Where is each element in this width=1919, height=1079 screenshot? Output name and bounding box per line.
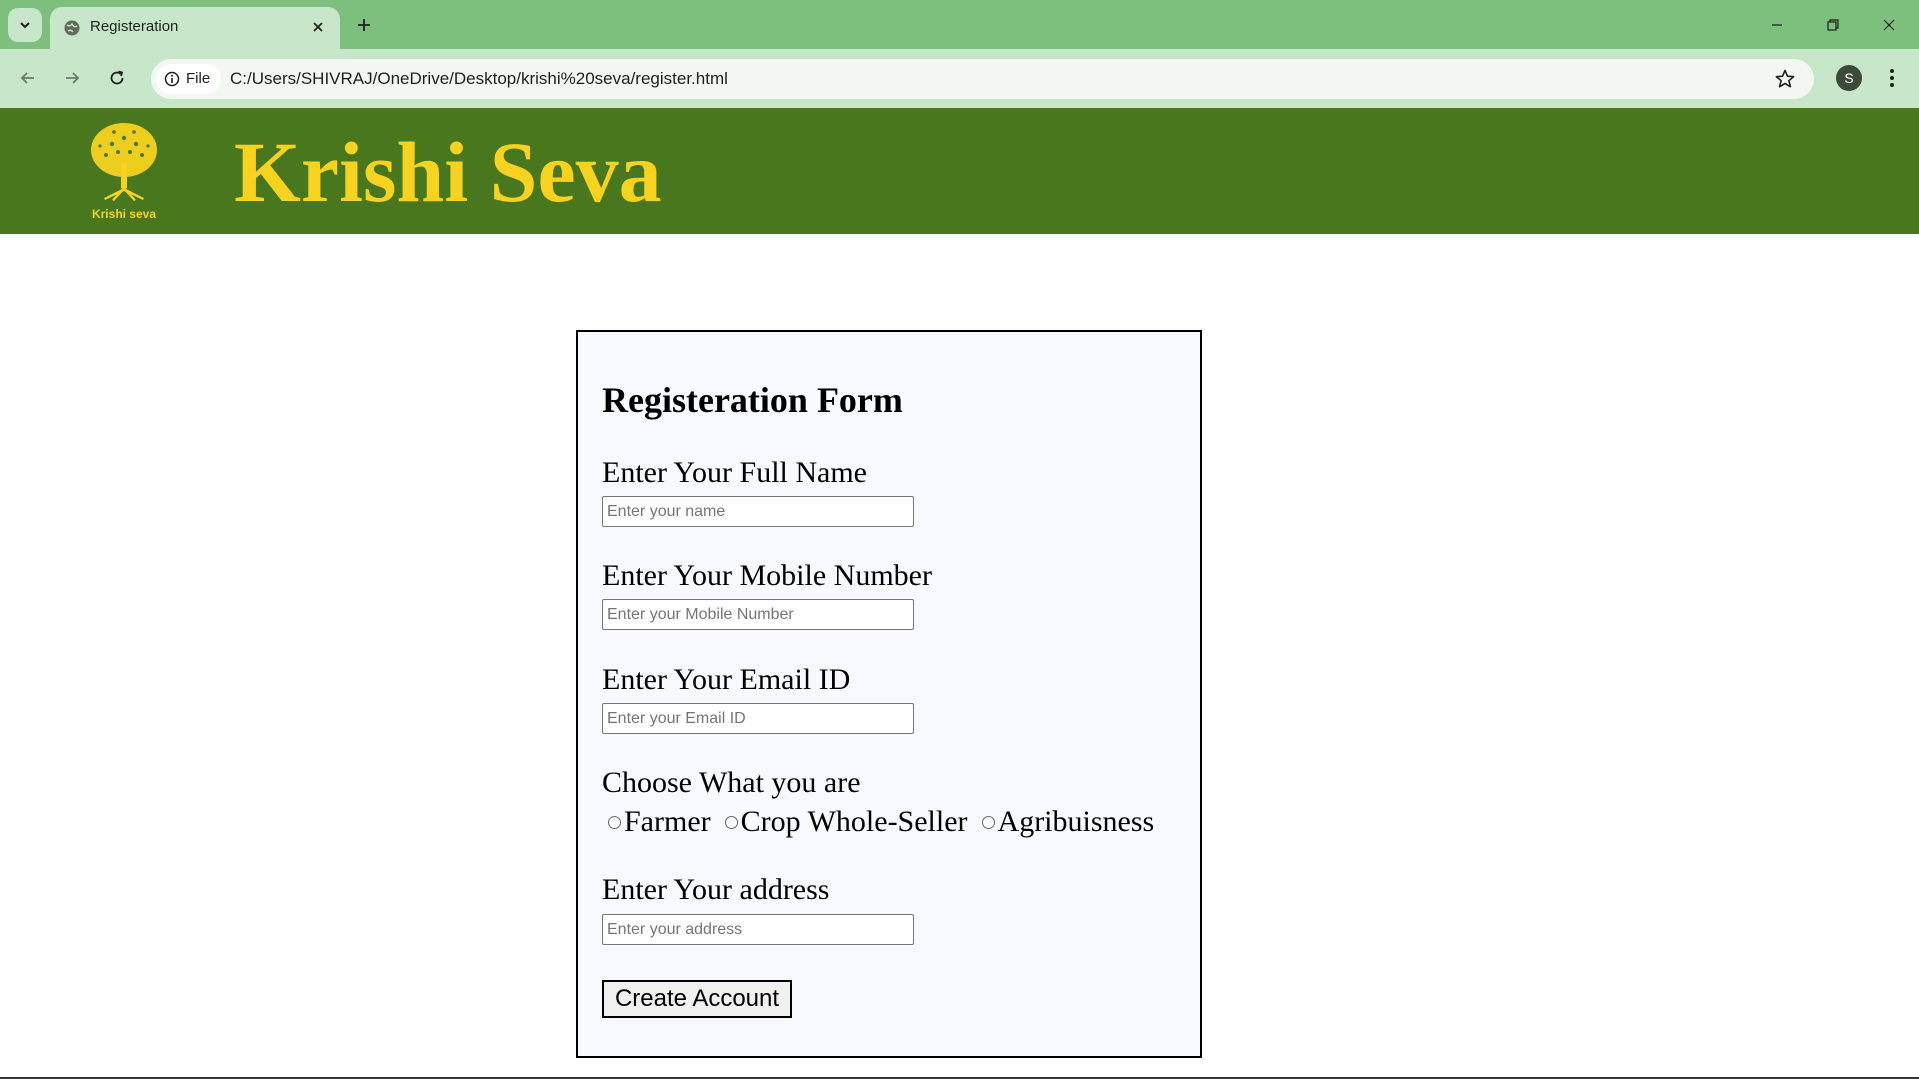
browser-toolbar: File C:/Users/SHIVRAJ/OneDrive/Desktop/k… (0, 49, 1919, 108)
role-label: Choose What you are (602, 766, 861, 799)
form-title: Registeration Form (602, 380, 903, 420)
minimize-button[interactable] (1762, 10, 1792, 40)
address-bar[interactable]: File C:/Users/SHIVRAJ/OneDrive/Desktop/k… (151, 59, 1814, 99)
radio-button[interactable] (608, 815, 621, 829)
restore-icon (1827, 19, 1839, 31)
site-info-chip[interactable]: File (156, 64, 221, 94)
site-logo: Krishi seva (84, 120, 164, 226)
name-label: Enter Your Full Name (602, 456, 867, 489)
info-icon (164, 71, 180, 87)
browser-menu-button[interactable] (1880, 63, 1904, 93)
role-radio-group: Farmer Crop Whole-Seller Agribuisness (602, 804, 1162, 840)
tab-title: Registeration (90, 18, 179, 35)
new-tab-button[interactable] (352, 13, 376, 37)
browser-tab[interactable]: Registeration (50, 7, 340, 49)
tab-close-button[interactable] (308, 17, 328, 37)
restore-button[interactable] (1818, 10, 1848, 40)
logo-text: Krishi seva (91, 207, 157, 221)
kebab-menu-icon (1890, 69, 1894, 87)
role-option-label: Crop Whole-Seller (740, 805, 968, 838)
site-chip-label: File (186, 70, 211, 87)
minimize-icon (1772, 24, 1782, 26)
radio-button[interactable] (981, 815, 995, 829)
registration-form: Registeration Form Enter Your Full Name … (576, 330, 1202, 1058)
mobile-input[interactable] (602, 599, 914, 630)
tree-logo-icon (91, 123, 157, 201)
chevron-down-icon (20, 22, 30, 29)
email-input[interactable] (602, 703, 914, 734)
role-option-farmer[interactable]: Farmer (602, 804, 711, 840)
reload-icon (110, 70, 124, 85)
role-option-label: Agribuisness (997, 805, 1155, 838)
create-account-button[interactable]: Create Account (602, 980, 792, 1018)
arrow-left-icon (20, 72, 34, 84)
address-input[interactable] (602, 914, 914, 945)
browser-tabstrip: Registeration (0, 0, 1919, 49)
radio-button[interactable] (724, 815, 738, 829)
role-option-label: Farmer (624, 805, 711, 838)
url-text[interactable]: C:/Users/SHIVRAJ/OneDrive/Desktop/krishi… (230, 69, 728, 89)
forward-button[interactable] (56, 62, 88, 94)
close-icon (313, 22, 323, 32)
tab-search-button[interactable] (8, 8, 42, 42)
site-header: Krishi seva Krishi Seva (0, 108, 1919, 234)
plus-icon (358, 19, 370, 31)
mobile-label: Enter Your Mobile Number (602, 559, 932, 592)
arrow-right-icon (66, 72, 80, 84)
globe-icon (64, 20, 80, 36)
role-option-crop-whole-seller[interactable]: Crop Whole-Seller (719, 804, 968, 840)
profile-avatar[interactable]: S (1836, 65, 1862, 91)
back-button[interactable] (12, 62, 44, 94)
star-icon[interactable] (1774, 68, 1796, 90)
close-icon (1883, 19, 1895, 31)
site-title: Krishi Seva (234, 124, 662, 220)
email-label: Enter Your Email ID (602, 663, 851, 696)
role-option-agribuisness[interactable]: Agribuisness (976, 804, 1155, 840)
reload-button[interactable] (101, 62, 133, 94)
name-input[interactable] (602, 496, 914, 527)
close-window-button[interactable] (1874, 10, 1904, 40)
address-label: Enter Your address (602, 873, 830, 906)
